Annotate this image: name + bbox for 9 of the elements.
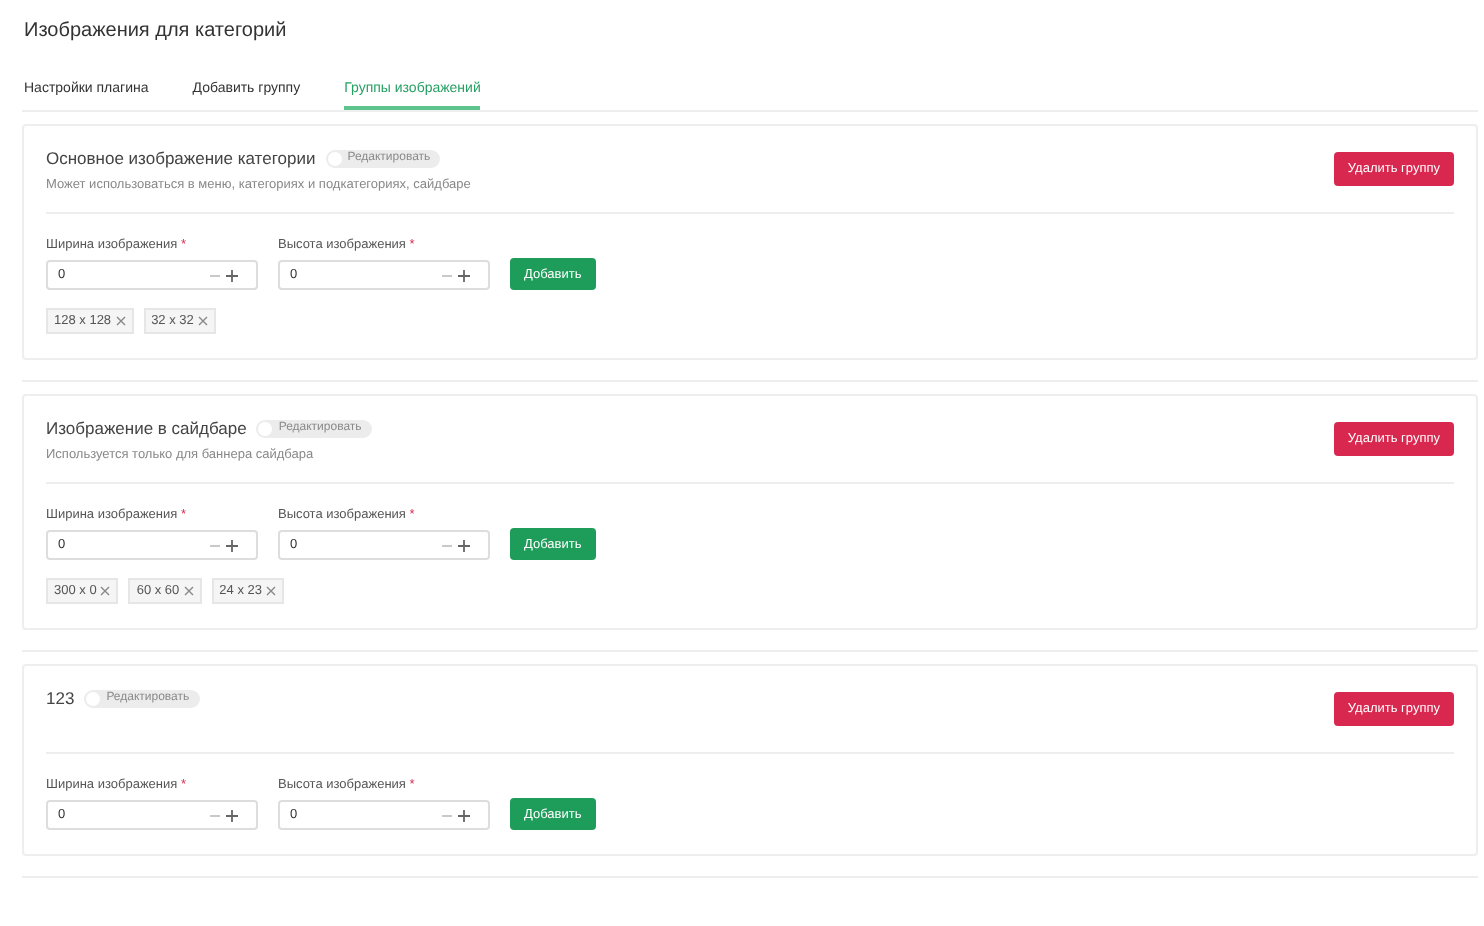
- close-icon[interactable]: [100, 586, 111, 596]
- close-icon[interactable]: [183, 586, 194, 596]
- group-title: Основное изображение категории: [46, 148, 316, 168]
- close-icon[interactable]: [115, 316, 126, 326]
- group-title: 123: [46, 688, 75, 708]
- page-title: Изображения для категорий: [22, 20, 289, 46]
- group-title: Изображение в сайдбаре: [46, 418, 247, 438]
- close-icon[interactable]: [265, 586, 276, 596]
- close-icon[interactable]: [197, 316, 208, 326]
